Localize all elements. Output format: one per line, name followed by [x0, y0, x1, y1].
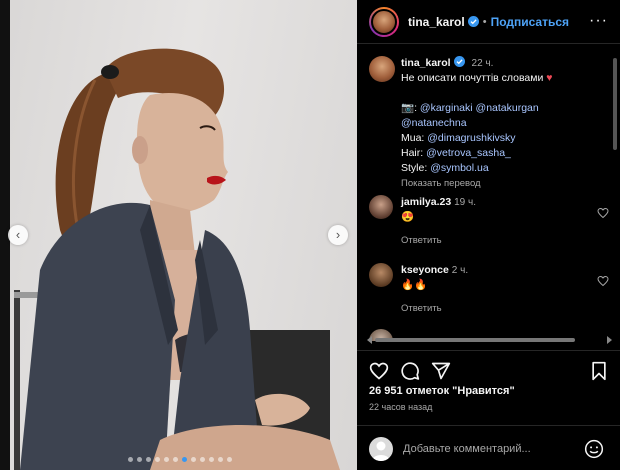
comment-text: 😍 [401, 211, 415, 223]
mua-label: Mua: [401, 132, 425, 144]
carousel-indicator [100, 457, 260, 462]
horizontal-scrollbar-thumb[interactable] [375, 338, 575, 342]
caption-text: Не описати почуттів словами [401, 72, 544, 84]
author-avatar[interactable] [369, 6, 399, 37]
carousel-dot [137, 457, 142, 462]
mention-link[interactable]: @karginaki [420, 102, 473, 114]
mention-link[interactable]: @natakurgan [476, 102, 539, 114]
mention-link[interactable]: @symbol.ua [430, 162, 489, 174]
carousel-dot [191, 457, 196, 462]
camera-emoji: 📷: [401, 102, 417, 114]
emoji-icon[interactable] [584, 439, 604, 459]
red-heart-emoji: ♥ [546, 72, 553, 84]
scroll-left-arrow-icon[interactable] [367, 336, 372, 344]
author-username[interactable]: tina_karol [408, 15, 479, 29]
caption-time[interactable]: 22 ч. [472, 58, 494, 69]
scroll-right-arrow-icon[interactable] [607, 336, 612, 344]
mention-link[interactable]: @natanechna [401, 117, 467, 129]
like-comment-icon[interactable] [597, 275, 609, 287]
horizontal-scrollbar[interactable] [367, 336, 612, 344]
post-side-panel: tina_karol • Подписаться ··· tina_karol … [357, 0, 620, 470]
previous-slide-button[interactable]: ‹ [8, 225, 28, 245]
reply-button[interactable]: Ответить [401, 301, 581, 316]
commenter-username[interactable]: kseyonce [401, 264, 449, 276]
style-label: Style: [401, 162, 428, 174]
next-slide-button[interactable]: › [328, 225, 348, 245]
carousel-dot [182, 457, 187, 462]
comment-time: 2 ч. [451, 265, 469, 276]
commenter-username[interactable]: jamilya.23 [401, 196, 451, 208]
commenter-avatar[interactable] [369, 195, 393, 219]
caption-username[interactable]: tina_karol [401, 57, 451, 69]
post-timestamp[interactable]: 22 часов назад [369, 402, 432, 412]
current-user-avatar[interactable] [369, 437, 393, 461]
author-username-text[interactable]: tina_karol [408, 15, 465, 29]
show-translation-link[interactable]: Показать перевод [401, 176, 601, 191]
commenter-avatar[interactable] [369, 263, 393, 287]
more-options-icon[interactable]: ··· [589, 12, 608, 30]
post-actions-bar [357, 350, 620, 386]
comment-body: kseyonce 2 ч. 🔥🔥 Ответить [401, 263, 581, 316]
reply-button[interactable]: Ответить [401, 233, 581, 248]
comment-bubble-icon[interactable] [400, 361, 420, 381]
carousel-dot [173, 457, 178, 462]
verified-badge-icon [453, 56, 465, 67]
add-comment-bar [357, 425, 620, 470]
comment-input[interactable] [403, 440, 578, 458]
separator-dot: • [482, 15, 487, 28]
carousel-dot [155, 457, 160, 462]
carousel-dot [200, 457, 205, 462]
carousel-dot [218, 457, 223, 462]
comments-list: tina_karol 22 ч. Не описати почуттів сло… [357, 45, 620, 341]
post-header: tina_karol • Подписаться ··· [357, 0, 620, 44]
instagram-post-modal: ‹ › tina_karol • Подписаться ··· tina_ka… [0, 0, 620, 470]
comments-scrollbar-thumb[interactable] [613, 58, 617, 150]
carousel-dot [209, 457, 214, 462]
comment-text: 🔥🔥 [401, 279, 428, 291]
comment-time: 19 ч. [454, 197, 477, 208]
comment-body: jamilya.23 19 ч. 😍 Ответить [401, 195, 581, 248]
bookmark-icon[interactable] [589, 361, 609, 381]
mention-link[interactable]: @dimagrushkivsky [427, 132, 515, 144]
portrait-image [14, 48, 340, 470]
like-heart-icon[interactable] [369, 361, 389, 381]
like-comment-icon[interactable] [597, 207, 609, 219]
share-send-icon[interactable] [431, 361, 451, 381]
carousel-dot [128, 457, 133, 462]
carousel-dot [146, 457, 151, 462]
post-photo[interactable]: ‹ › [0, 0, 357, 470]
caption-body: tina_karol 22 ч. Не описати почуттів сло… [401, 56, 601, 191]
follow-button[interactable]: Подписаться [491, 15, 569, 29]
carousel-dot [164, 457, 169, 462]
caption-avatar[interactable] [369, 56, 395, 82]
hair-label: Hair: [401, 147, 424, 159]
verified-badge-icon [467, 15, 479, 27]
likes-count[interactable]: 26 951 отметок "Нравится" [369, 385, 515, 397]
carousel-dot [227, 457, 232, 462]
mention-link[interactable]: @vetrova_sasha_ [426, 147, 511, 159]
